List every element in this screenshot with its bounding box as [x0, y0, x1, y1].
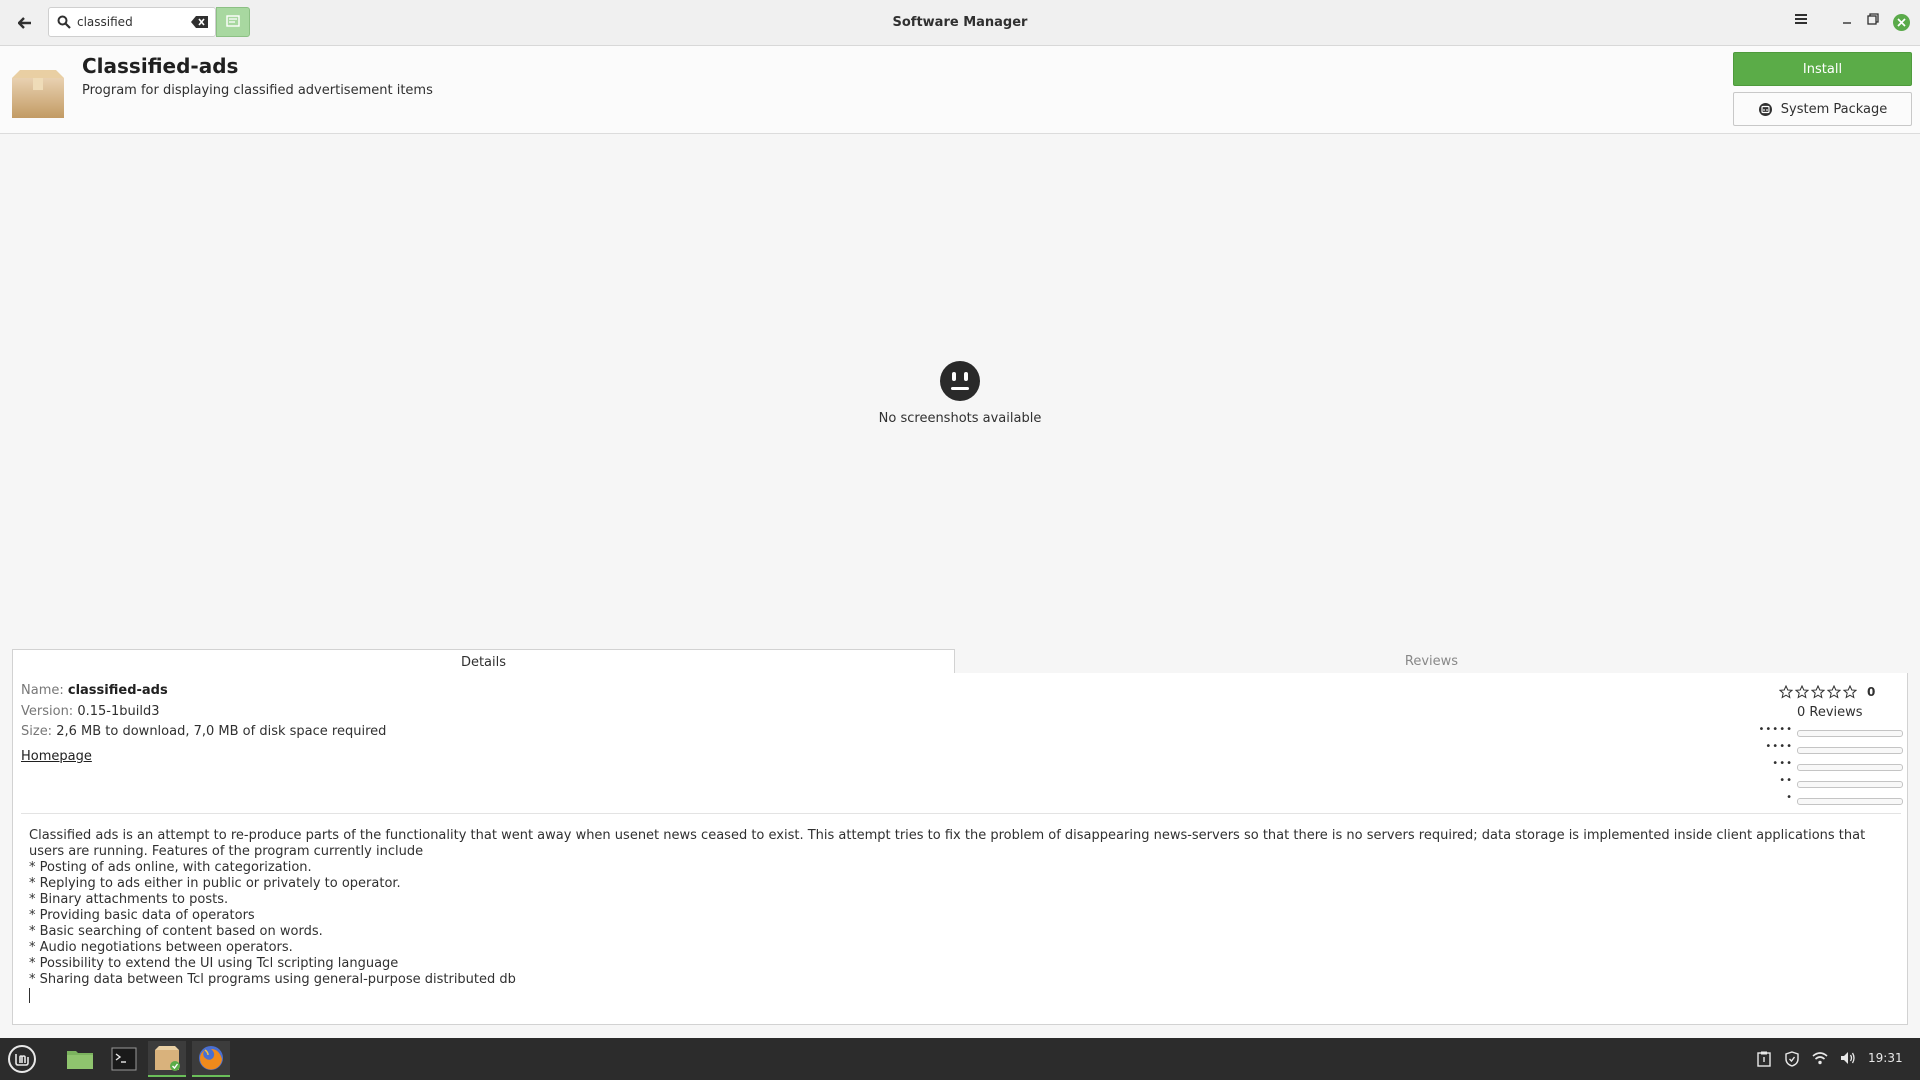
taskbar-software-manager[interactable] [148, 1041, 186, 1077]
folder-icon [67, 1051, 93, 1069]
no-screenshots-area: No screenshots available [0, 360, 1920, 426]
one-star-dots: • [1786, 792, 1793, 803]
mint-menu-icon [8, 1045, 36, 1073]
neutral-face-icon [940, 361, 980, 401]
taskbar-terminal[interactable] [105, 1041, 143, 1077]
taskbar: 19:31 [0, 1038, 1920, 1080]
star-outline-icon [1843, 685, 1857, 699]
install-button[interactable]: Install [1733, 52, 1912, 86]
taskbar-firefox[interactable] [192, 1041, 230, 1077]
name-key: Name: [21, 683, 64, 698]
firefox-icon [199, 1046, 223, 1070]
rating-score: 0 [1867, 685, 1876, 699]
clipboard-tray-button[interactable] [1757, 1051, 1771, 1070]
package-description[interactable]: Classified ads is an attempt to re-produ… [29, 828, 1889, 1005]
homepage-link[interactable]: Homepage [21, 749, 92, 764]
tab-details[interactable]: Details [12, 649, 955, 674]
update-shield-tray-button[interactable] [1785, 1051, 1799, 1070]
tab-reviews[interactable]: Reviews [955, 649, 1908, 674]
window-title: Software Manager [892, 15, 1028, 30]
five-star-dots: ••••• [1758, 724, 1793, 735]
size-key: Size: [21, 724, 53, 739]
system-package-button[interactable]: System Package [1733, 92, 1912, 126]
maximize-button[interactable] [1866, 12, 1880, 29]
version-row: Version: 0.15-1build3 [21, 704, 159, 719]
star-rating [1779, 685, 1857, 699]
start-menu-button[interactable] [3, 1041, 41, 1077]
divider [21, 813, 1901, 814]
close-icon [1897, 18, 1906, 27]
name-value: classified-ads [67, 683, 168, 698]
rating-bar-3: ••• [1753, 758, 1913, 772]
network-tray-button[interactable] [1812, 1051, 1828, 1068]
version-value: 0.15-1build3 [77, 704, 160, 719]
title-bar: classified Software Manager [0, 0, 1920, 46]
rating-bar-track [1797, 798, 1903, 805]
rating-bar-4: •••• [1753, 741, 1913, 755]
clipboard-icon [1757, 1051, 1771, 1067]
no-screenshots-label: No screenshots available [878, 411, 1042, 426]
rating-bar-track [1797, 730, 1903, 737]
star-outline-icon [1795, 685, 1809, 699]
volume-icon [1841, 1052, 1855, 1064]
package-name: Classified-ads [82, 54, 239, 78]
software-manager-icon [155, 1046, 180, 1071]
three-star-dots: ••• [1772, 758, 1793, 769]
details-panel: Name: classified-ads Version: 0.15-1buil… [12, 673, 1908, 1025]
name-row: Name: classified-ads [21, 683, 168, 698]
minimize-icon [1843, 22, 1851, 24]
rating-bar-track [1797, 764, 1903, 771]
package-header: Classified-ads Program for displaying cl… [0, 46, 1920, 134]
rating-bar-track [1797, 747, 1903, 754]
details-tabs: Details Reviews [12, 649, 1908, 674]
package-summary: Program for displaying classified advert… [82, 83, 433, 98]
star-outline-icon [1827, 685, 1841, 699]
close-button[interactable] [1893, 14, 1910, 31]
shield-icon [1785, 1051, 1799, 1067]
package-box-icon [12, 70, 64, 118]
package-source-icon [1758, 102, 1772, 116]
size-value: 2,6 MB to download, 7,0 MB of disk space… [56, 724, 387, 739]
wifi-icon [1812, 1052, 1828, 1065]
rating-bar-2: •• [1753, 775, 1913, 789]
system-package-label: System Package [1780, 101, 1888, 117]
two-star-dots: •• [1779, 775, 1793, 786]
reviews-count: 0 Reviews [1797, 705, 1863, 720]
clock[interactable]: 19:31 [1868, 1051, 1903, 1065]
volume-tray-button[interactable] [1840, 1051, 1856, 1068]
restore-icon [1867, 13, 1879, 25]
minimize-button[interactable] [1840, 12, 1854, 29]
description-text: Classified ads is an attempt to re-produ… [29, 828, 1866, 987]
hamburger-menu-icon [1795, 14, 1807, 24]
star-outline-icon [1779, 685, 1793, 699]
version-key: Version: [21, 704, 74, 719]
rating-bar-5: ••••• [1753, 724, 1913, 738]
size-row: Size: 2,6 MB to download, 7,0 MB of disk… [21, 724, 386, 739]
taskbar-files[interactable] [61, 1041, 99, 1077]
hamburger-menu-button[interactable] [1794, 12, 1808, 29]
four-star-dots: •••• [1765, 741, 1793, 752]
rating-bar-track [1797, 781, 1903, 788]
star-outline-icon [1811, 685, 1825, 699]
rating-bar-1: • [1753, 792, 1913, 806]
text-cursor [29, 988, 30, 1003]
terminal-icon [111, 1047, 137, 1071]
